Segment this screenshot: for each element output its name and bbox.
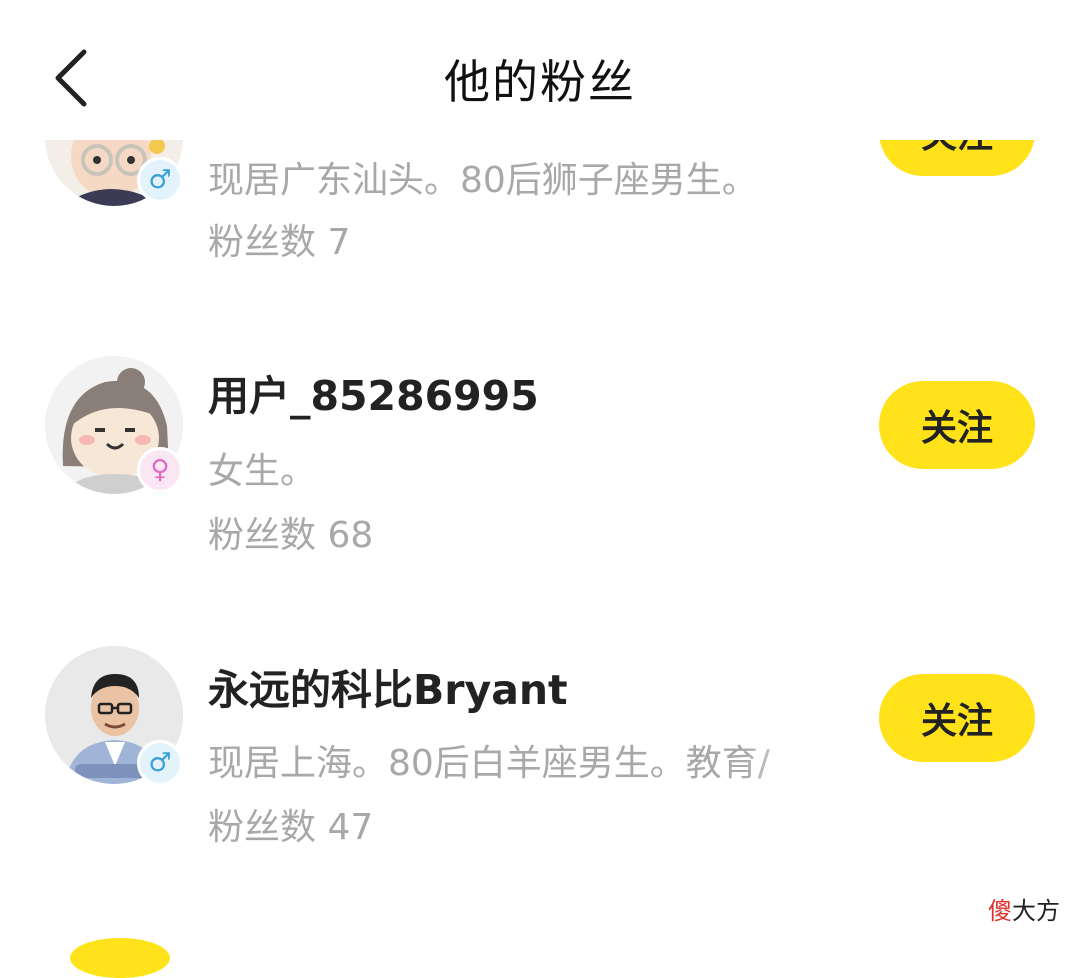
user-name[interactable]: 永远的科比Bryant [208, 656, 568, 716]
fans-count: 粉丝数 47 [208, 807, 374, 848]
list-item[interactable]: ♀ 用户_85286995 女生。 粉丝数 68 关注 [0, 290, 1080, 580]
female-gender-icon: ♀ [137, 447, 183, 493]
page-title: 他的粉丝 [444, 55, 636, 109]
watermark: 傻大方 [988, 891, 1060, 926]
bio: 女生。 [208, 451, 317, 492]
follow-button[interactable]: 关注 [879, 674, 1035, 762]
fans-count: 粉丝数 68 [208, 515, 374, 556]
fans-list: ♂ 现居广东汕头。80后狮子座男生。 粉丝数 7 关注 ♀ 用户_8528699… [0, 0, 1080, 978]
user-name[interactable]: 用户_85286995 [208, 362, 539, 422]
male-gender-icon: ♂ [137, 157, 183, 203]
watermark-first-char: 傻 [988, 897, 1012, 925]
watermark-rest: 大方 [1012, 897, 1060, 925]
follow-button[interactable]: 关注 [879, 381, 1035, 469]
bio: 现居上海。80后白羊座男生。教育/ [208, 743, 770, 784]
list-item[interactable]: ♂ 永远的科比Bryant 现居上海。80后白羊座男生。教育/ 粉丝数 47 关… [0, 580, 1080, 870]
male-gender-icon: ♂ [137, 740, 183, 786]
fans-count: 粉丝数 7 [208, 222, 351, 263]
avatar[interactable] [70, 938, 170, 978]
bio: 现居广东汕头。80后狮子座男生。 [208, 160, 758, 201]
top-bar: 他的粉丝 [0, 0, 1080, 140]
